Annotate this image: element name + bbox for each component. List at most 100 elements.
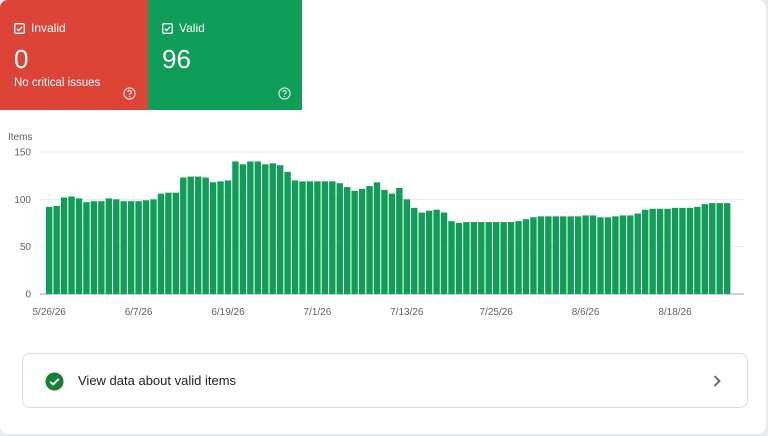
view-valid-items-label: View data about valid items bbox=[78, 373, 237, 388]
checkbox-checked-icon[interactable] bbox=[162, 22, 173, 34]
chart-bar bbox=[180, 177, 187, 294]
chart-bar bbox=[68, 196, 75, 294]
chart-bar bbox=[552, 216, 559, 294]
valid-count: 96 bbox=[162, 44, 191, 74]
y-tick-label: 50 bbox=[20, 242, 32, 253]
chart-bar bbox=[239, 164, 247, 294]
help-circle-icon[interactable] bbox=[123, 87, 136, 100]
y-tick-label: 0 bbox=[25, 290, 31, 301]
chart-bar bbox=[396, 187, 403, 294]
view-valid-items-link[interactable]: View data about valid items bbox=[22, 353, 748, 408]
chart-bar bbox=[46, 206, 53, 294]
x-tick-label: 6/7/26 bbox=[125, 307, 153, 318]
x-tick-label: 5/26/26 bbox=[33, 307, 67, 318]
chart-bar bbox=[537, 216, 545, 294]
chevron-right-icon bbox=[713, 375, 721, 387]
chart-bar bbox=[262, 164, 269, 294]
chart-bar bbox=[195, 176, 202, 294]
chart-bar bbox=[560, 216, 567, 294]
invalid-count: 0 bbox=[14, 44, 29, 74]
chart-bar bbox=[135, 201, 142, 294]
chart-bar bbox=[247, 161, 254, 294]
chart-bar bbox=[83, 202, 90, 294]
checkbox-checked-icon[interactable] bbox=[14, 22, 25, 34]
y-tick-label: 150 bbox=[14, 148, 31, 159]
chart-bar bbox=[254, 161, 261, 294]
valid-tile-label: Valid bbox=[179, 21, 205, 35]
chart-bar bbox=[127, 201, 135, 294]
chart-bar bbox=[60, 197, 68, 294]
x-tick-label: 8/18/26 bbox=[658, 307, 692, 318]
chart-bar bbox=[120, 201, 127, 294]
chart-bar bbox=[634, 213, 641, 294]
chart-bar bbox=[150, 199, 157, 294]
chart-bar bbox=[314, 181, 321, 294]
chart-bar bbox=[604, 217, 612, 294]
chart-bar bbox=[299, 181, 306, 294]
chart-bar bbox=[113, 199, 120, 294]
chart-bar bbox=[530, 217, 537, 294]
chart-bar bbox=[165, 192, 172, 294]
chart-bar bbox=[440, 212, 448, 294]
chart-bar bbox=[515, 221, 522, 294]
chart-bar bbox=[709, 203, 716, 294]
chart-bar bbox=[284, 171, 291, 294]
chart-bar bbox=[627, 215, 634, 294]
chart-bar bbox=[485, 222, 492, 294]
x-tick-label: 7/25/26 bbox=[480, 307, 514, 318]
chart-bar bbox=[351, 190, 358, 294]
chart-bar bbox=[574, 216, 582, 294]
invalid-subtitle: No critical issues bbox=[14, 77, 101, 89]
chart-bar bbox=[619, 215, 627, 294]
chart-bar bbox=[478, 222, 485, 294]
check-circle-icon bbox=[45, 372, 64, 391]
chart-bar bbox=[209, 182, 217, 294]
y-axis-title: Items bbox=[8, 132, 32, 143]
chart-bar bbox=[582, 215, 589, 294]
chart-bar bbox=[463, 222, 470, 294]
valid-status-tile[interactable]: Valid 96 bbox=[148, 0, 302, 110]
chart-bar bbox=[306, 181, 314, 294]
chart-bar bbox=[98, 201, 105, 294]
chart-bar bbox=[336, 183, 343, 294]
chart-bar bbox=[664, 208, 671, 294]
valid-items-report-card: Invalid 0 No critical issues Valid 96 It… bbox=[0, 0, 766, 434]
chart-bar bbox=[589, 215, 597, 294]
chart-bar bbox=[321, 181, 329, 294]
chart-bar bbox=[612, 216, 619, 294]
chart-bar bbox=[358, 188, 366, 294]
chart-bar bbox=[567, 216, 574, 294]
chart-bar bbox=[448, 221, 455, 294]
chart-bar bbox=[373, 182, 381, 294]
chart-bar bbox=[671, 207, 679, 294]
chart-bar bbox=[597, 217, 604, 294]
chart-bar bbox=[381, 189, 388, 294]
chart-bar bbox=[403, 199, 410, 294]
chart-bar bbox=[493, 222, 500, 294]
chart-bar bbox=[232, 161, 239, 294]
invalid-tile-label: Invalid bbox=[31, 21, 66, 35]
chart-bar bbox=[329, 181, 336, 294]
chart-bar bbox=[90, 201, 98, 294]
chart-bar bbox=[53, 205, 60, 294]
chart-bar bbox=[425, 210, 433, 294]
chart-bar bbox=[716, 203, 723, 294]
valid-tile-header: Valid bbox=[162, 21, 205, 35]
chart-bar bbox=[105, 198, 112, 294]
help-circle-icon[interactable] bbox=[278, 87, 291, 100]
chart-bar bbox=[366, 186, 373, 294]
chart-bar bbox=[224, 180, 232, 294]
chart-bar bbox=[276, 165, 284, 294]
chart-bar bbox=[649, 208, 656, 294]
invalid-tile-header: Invalid bbox=[14, 21, 66, 35]
chart-bar bbox=[344, 187, 351, 294]
chart-bar bbox=[202, 177, 209, 294]
chart-bar bbox=[217, 181, 224, 294]
chart-bar bbox=[172, 192, 180, 294]
invalid-status-tile[interactable]: Invalid 0 No critical issues bbox=[0, 0, 148, 110]
x-tick-label: 8/6/26 bbox=[572, 307, 600, 318]
chart-bar bbox=[701, 204, 708, 294]
chart-bar bbox=[656, 208, 664, 294]
chart-bar bbox=[157, 193, 165, 294]
chart-bar bbox=[142, 200, 150, 294]
